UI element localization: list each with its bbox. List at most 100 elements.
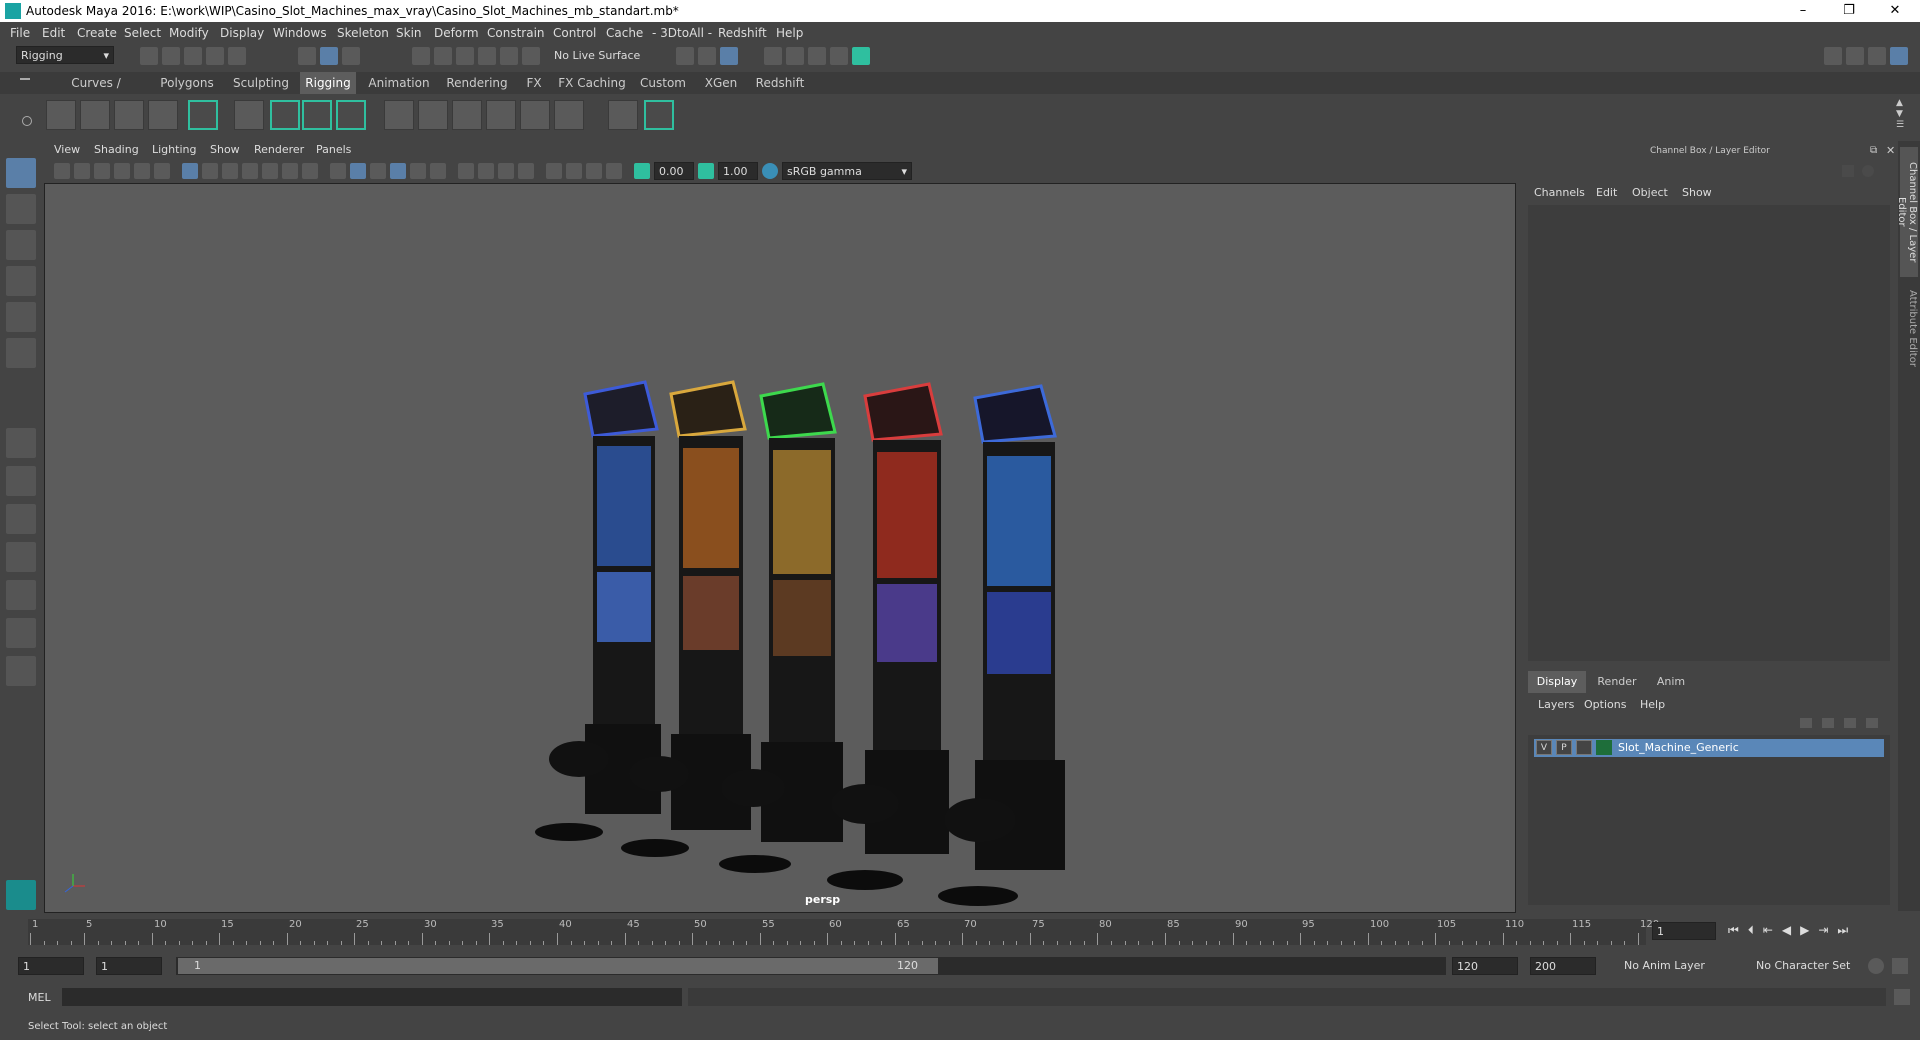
float-panel-icon[interactable]: ⧉ [1870, 145, 1877, 156]
render-view-icon[interactable] [764, 47, 782, 65]
menu-windows[interactable]: Windows [273, 26, 327, 40]
connect-joint-icon[interactable] [520, 100, 550, 130]
playback-end-field[interactable]: 120 [1452, 957, 1518, 975]
gamma-field[interactable]: 1.00 [718, 162, 758, 180]
textured-icon[interactable] [390, 163, 406, 179]
workspace-tool-settings-icon[interactable] [1868, 47, 1886, 65]
point-constraint-icon[interactable] [608, 100, 638, 130]
channel-box-toggle-icon[interactable] [1862, 165, 1874, 177]
paint-weights-icon[interactable] [270, 100, 300, 130]
tab-xgen[interactable]: XGen [696, 72, 746, 94]
shelf-scroll-icon[interactable]: ▲ ▼ ☰ [1896, 98, 1904, 131]
resolution-gate-icon[interactable] [222, 163, 238, 179]
menu-file[interactable]: File [10, 26, 30, 40]
redo-icon[interactable] [228, 47, 246, 65]
two-d-pan-zoom-icon[interactable] [134, 163, 150, 179]
character-set-dropdown[interactable]: No Character Set [1752, 957, 1862, 975]
tab-anim[interactable]: Anim [1648, 671, 1694, 693]
shelf-settings-icon[interactable] [22, 116, 32, 126]
snap-live-icon[interactable] [500, 47, 518, 65]
menu-help[interactable]: Help [776, 26, 803, 40]
insert-joint-icon[interactable] [452, 100, 482, 130]
menu-control[interactable]: Control [553, 26, 596, 40]
layout-options-icon[interactable] [6, 656, 36, 686]
hypershade-icon[interactable] [852, 47, 870, 65]
camera-select-icon[interactable] [54, 163, 70, 179]
exposure-field[interactable]: 0.00 [654, 162, 694, 180]
step-back-key-icon[interactable]: ⏴ [1748, 923, 1763, 937]
gate-mask-icon[interactable] [242, 163, 258, 179]
bookmark-icon[interactable] [94, 163, 110, 179]
move-tool-icon[interactable] [6, 266, 36, 296]
color-space-dropdown[interactable]: sRGB gamma ▾ [782, 162, 912, 180]
parent-constraint-icon[interactable] [644, 100, 674, 130]
select-objects-icon[interactable] [320, 47, 338, 65]
menu-3dtoall[interactable]: - 3DtoAll - [652, 26, 712, 40]
render-current-frame-icon[interactable] [786, 47, 804, 65]
tab-render[interactable]: Render [1590, 671, 1644, 693]
single-perspective-layout-icon[interactable] [6, 428, 36, 458]
anti-aliasing-icon[interactable] [498, 163, 514, 179]
output-ops-icon[interactable] [698, 47, 716, 65]
time-slider-track[interactable]: 1 5 10 15 20 25 30 35 40 45 50 55 60 65 70 75 80 85 90 95 10… [28, 919, 1659, 945]
layer-display-type-toggle[interactable] [1576, 740, 1592, 755]
tab-rigging[interactable]: Rigging [300, 72, 356, 94]
safe-title-icon[interactable] [302, 163, 318, 179]
close-button[interactable]: ✕ [1872, 0, 1918, 22]
tab-fx[interactable]: FX [518, 72, 550, 94]
mirror-joint-icon[interactable] [384, 100, 414, 130]
anim-layer-dropdown[interactable]: No Anim Layer [1620, 957, 1736, 975]
construction-history-icon[interactable] [720, 47, 738, 65]
move-layer-down-icon[interactable] [1822, 718, 1834, 728]
color-management-icon[interactable] [762, 163, 778, 179]
field-chart-icon[interactable] [262, 163, 278, 179]
grid-icon[interactable] [182, 163, 198, 179]
animation-end-field[interactable]: 200 [1530, 957, 1596, 975]
save-scene-icon[interactable] [184, 47, 202, 65]
menu-select[interactable]: Select [124, 26, 161, 40]
layer-visibility-toggle[interactable]: V [1536, 740, 1552, 755]
lasso-tool-icon[interactable] [6, 194, 36, 224]
layer-row[interactable]: V P Slot_Machine_Generic [1534, 739, 1884, 757]
restore-button[interactable]: ❐ [1826, 0, 1872, 22]
tab-attribute-editor[interactable]: Attribute Editor [1900, 283, 1918, 373]
tab-animation[interactable]: Animation [362, 72, 436, 94]
exposure-icon[interactable] [634, 163, 650, 179]
close-panel-icon[interactable]: ✕ [1886, 144, 1895, 157]
minimize-button[interactable]: – [1780, 0, 1826, 22]
edit-menu[interactable]: Edit [1596, 186, 1617, 199]
bind-skin-icon[interactable] [234, 100, 264, 130]
workspace-modeling-toolkit-icon[interactable] [1824, 47, 1842, 65]
tab-custom[interactable]: Custom [634, 72, 692, 94]
persp-hypershade-layout-icon[interactable] [6, 580, 36, 610]
snap-curve-icon[interactable] [434, 47, 452, 65]
outliner-persp-layout-icon[interactable] [6, 618, 36, 648]
remove-joint-icon[interactable] [486, 100, 516, 130]
snap-point-icon[interactable] [456, 47, 474, 65]
layers-menu[interactable]: Layers [1538, 698, 1574, 711]
range-handle[interactable]: 1 120 [178, 958, 938, 974]
scale-tool-icon[interactable] [6, 338, 36, 368]
ipr-render-icon[interactable] [808, 47, 826, 65]
wireframe-on-shaded-icon[interactable] [370, 163, 386, 179]
snap-view-plane-icon[interactable] [478, 47, 496, 65]
paint-select-tool-icon[interactable] [6, 230, 36, 260]
menu-constrain[interactable]: Constrain [487, 26, 545, 40]
step-back-frame-icon[interactable]: ⇤ [1763, 923, 1782, 937]
tab-polygons[interactable]: Polygons [152, 72, 222, 94]
maya-home-icon[interactable] [6, 880, 36, 910]
animation-preferences-icon[interactable] [1892, 958, 1908, 974]
open-scene-icon[interactable] [162, 47, 180, 65]
playback-start-field[interactable]: 1 [96, 957, 162, 975]
undo-icon[interactable] [206, 47, 224, 65]
script-editor-icon[interactable] [1894, 989, 1910, 1005]
channels-menu[interactable]: Channels [1534, 186, 1585, 199]
play-forwards-icon[interactable]: ▶ [1800, 923, 1818, 937]
tab-fx-caching[interactable]: FX Caching [556, 72, 628, 94]
slot-machines-model[interactable] [535, 380, 1065, 906]
options-menu[interactable]: Options [1584, 698, 1626, 711]
live-surface-field[interactable]: No Live Surface [550, 47, 646, 65]
lattice-icon[interactable] [302, 100, 332, 130]
tab-display[interactable]: Display [1528, 671, 1586, 693]
cluster-icon[interactable] [336, 100, 366, 130]
